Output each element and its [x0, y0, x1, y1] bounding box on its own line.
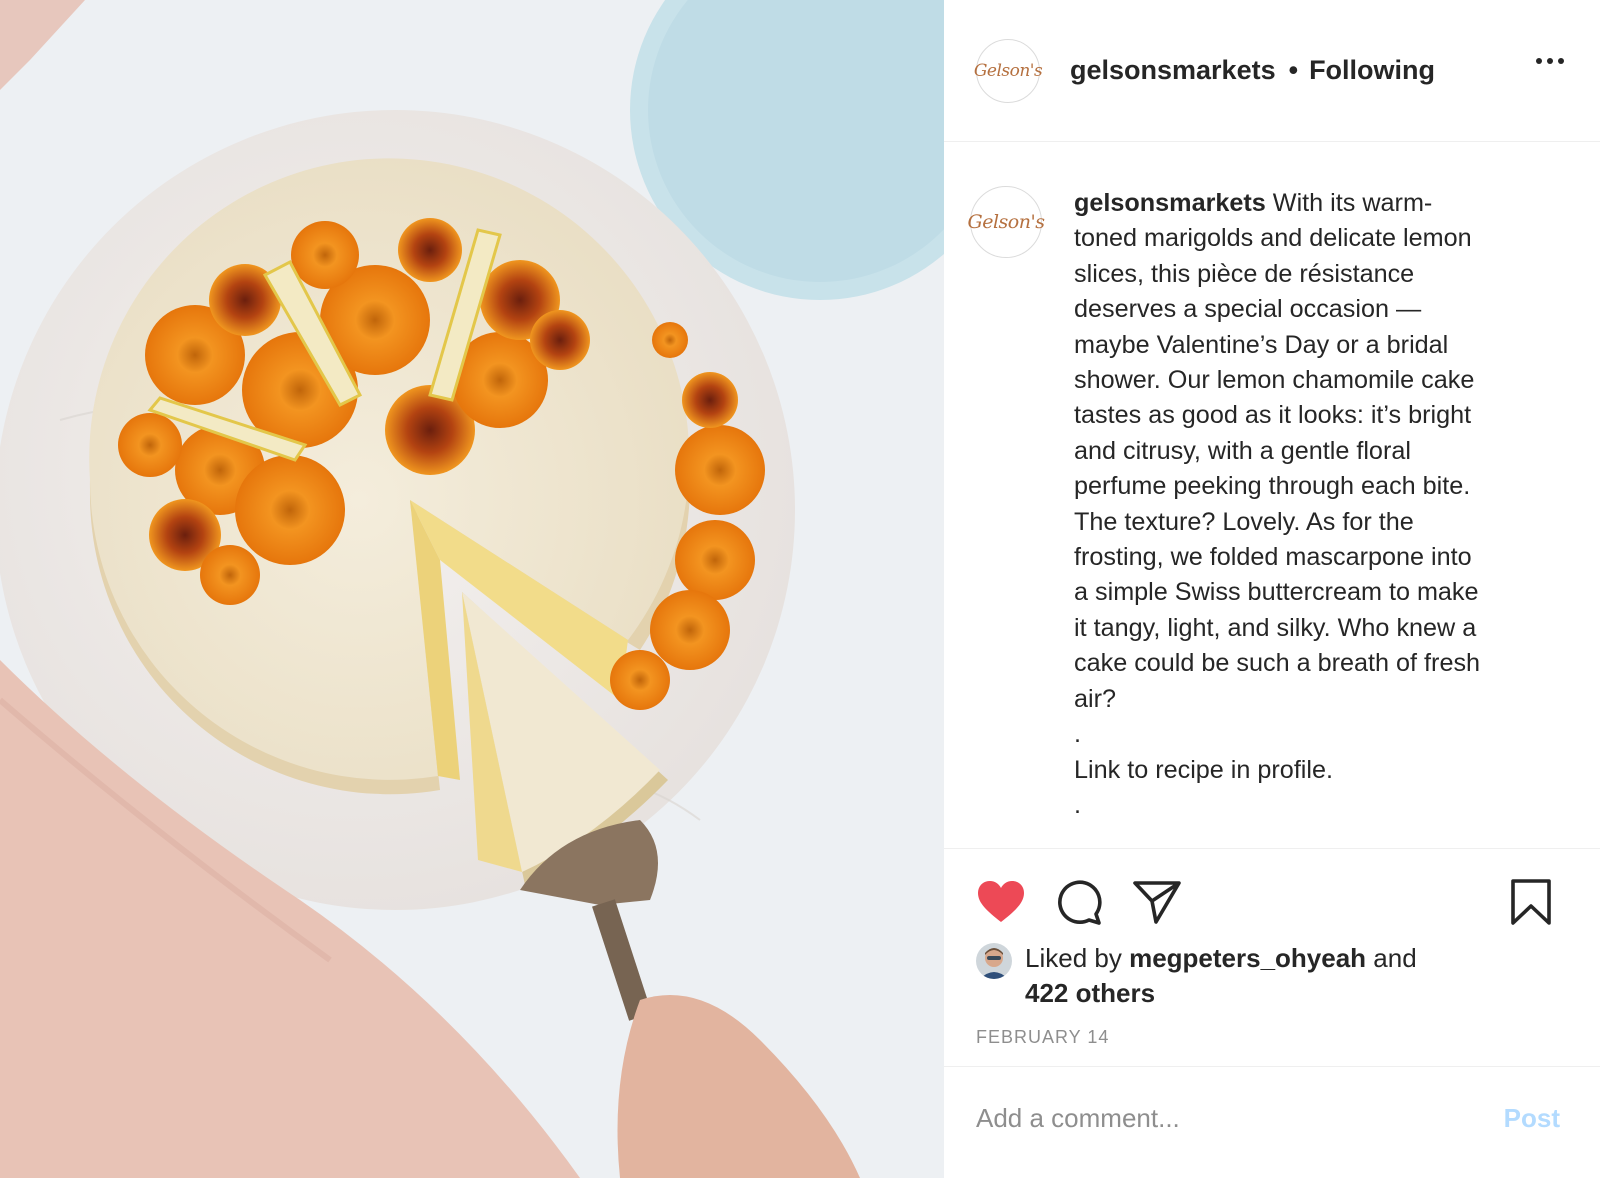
gelsons-logo: Gelson's [967, 211, 1045, 233]
more-options-icon[interactable] [1536, 58, 1564, 64]
heart-filled-icon[interactable] [976, 877, 1026, 927]
liked-by-prefix: Liked by [1025, 943, 1130, 973]
comment-bubble-icon[interactable] [1054, 877, 1104, 927]
caption-avatar[interactable]: Gelson's [967, 186, 1045, 258]
liked-by-and: and [1366, 943, 1417, 973]
following-button[interactable]: Following [1309, 55, 1435, 86]
comment-bar: Add a comment... Post [944, 1066, 1600, 1178]
post-image[interactable] [0, 0, 944, 1178]
action-icons [976, 877, 1182, 927]
account-username-link[interactable]: gelsonsmarkets [1070, 55, 1276, 86]
liker-avatar[interactable] [976, 943, 1012, 979]
caption-text: With its warm- toned marigolds and delic… [1074, 189, 1481, 819]
gelsons-logo: Gelson's [973, 60, 1043, 81]
post-comment-button[interactable]: Post [1504, 1103, 1560, 1134]
bookmark-icon[interactable] [1506, 877, 1556, 927]
caption-username-link[interactable]: gelsonsmarkets [1074, 189, 1266, 217]
comment-input[interactable]: Add a comment... [976, 1103, 1180, 1134]
post-date[interactable]: FEBRUARY 14 [976, 1027, 1109, 1048]
header-separator: • [1288, 55, 1299, 85]
post-side-panel: Gelson's gelsonsmarkets • Following Gels… [944, 0, 1600, 1178]
post-actions-area: Liked by megpeters_ohyeah and 422 others … [944, 848, 1600, 1066]
liked-by-text: Liked by megpeters_ohyeah and 422 others [1025, 941, 1417, 1011]
post-caption: Gelson's gelsonsmarkets With its warm- t… [944, 142, 1600, 848]
cake-photo [0, 0, 944, 1178]
likes-count-link[interactable]: 422 others [1025, 978, 1155, 1008]
post-dialog: Gelson's gelsonsmarkets • Following Gels… [0, 0, 1600, 1178]
paper-plane-icon[interactable] [1132, 877, 1182, 927]
likes-summary: Liked by megpeters_ohyeah and 422 others [976, 941, 1417, 1011]
account-avatar[interactable]: Gelson's [973, 38, 1043, 103]
caption-body: gelsonsmarkets With its warm- toned mari… [1074, 186, 1544, 848]
post-header: Gelson's gelsonsmarkets • Following [944, 0, 1600, 142]
liker-username-link[interactable]: megpeters_ohyeah [1129, 943, 1366, 973]
